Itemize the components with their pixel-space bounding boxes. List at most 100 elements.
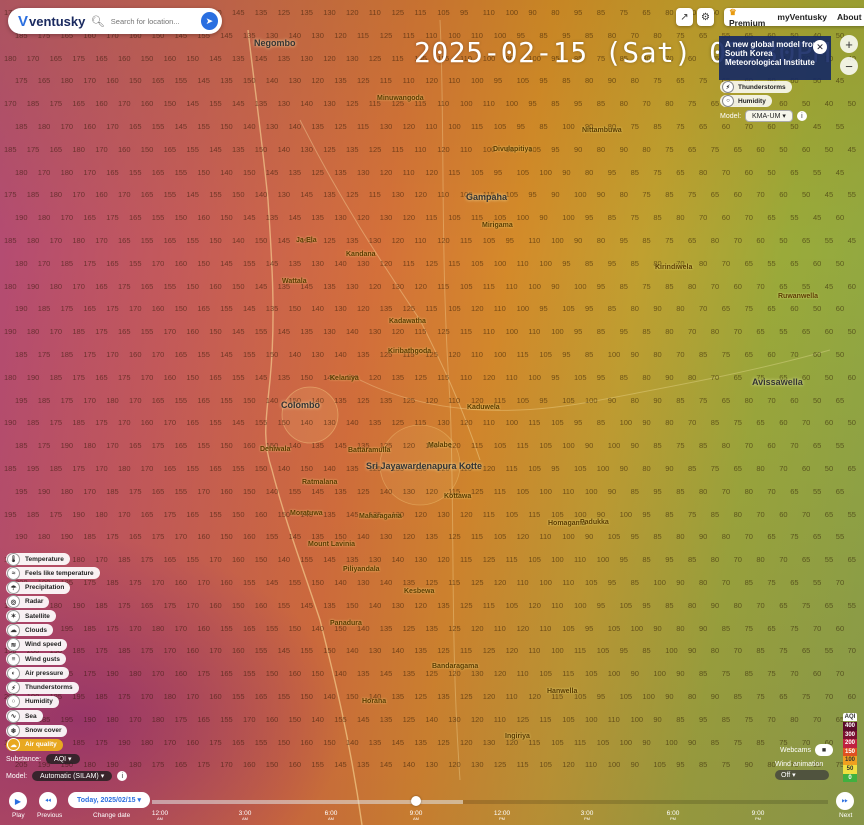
- layer-air-pressure[interactable]: ◐ Air pressure: [6, 666, 70, 680]
- timeline-tick[interactable]: 9:00 PM: [743, 810, 773, 821]
- city-label[interactable]: Kandana: [346, 251, 376, 258]
- city-label[interactable]: Padukka: [580, 519, 609, 526]
- myventusky-link[interactable]: myVentusky: [777, 12, 827, 22]
- city-label[interactable]: Panadura: [330, 620, 362, 627]
- next-button[interactable]: ⏩︎: [836, 792, 854, 810]
- timeline-tick[interactable]: 3:00 PM: [572, 810, 602, 821]
- layer-precipitation[interactable]: ☂ Precipitation: [6, 581, 71, 595]
- grid-value: 155: [254, 418, 268, 428]
- layer-sea[interactable]: ∿ Sea: [6, 709, 43, 723]
- city-label[interactable]: Kottawa: [444, 493, 471, 500]
- grid-value: 140: [323, 464, 336, 473]
- layer-thunderstorms[interactable]: ⚡︎ Thunderstorms: [6, 681, 79, 695]
- city-label[interactable]: Hanwella: [547, 688, 577, 695]
- layer-clouds[interactable]: ☁ Clouds: [6, 623, 54, 637]
- side-layer-humidity[interactable]: ○ Humidity: [720, 95, 772, 107]
- side-model-info-icon[interactable]: i: [796, 111, 807, 121]
- major-city-label[interactable]: Sri Jayawardenapura Kotte: [366, 461, 482, 471]
- bottom-model-select[interactable]: Automatic (SILAM) ▾: [32, 771, 113, 781]
- major-city-label[interactable]: Avissawella: [752, 377, 803, 387]
- city-label[interactable]: Ingiriya: [505, 733, 530, 740]
- timeline-tick[interactable]: 12:00 AM: [145, 810, 175, 821]
- major-city-label[interactable]: Negombo: [254, 38, 296, 48]
- city-label[interactable]: Kaduwela: [467, 404, 500, 411]
- settings-button[interactable]: ⚙: [696, 8, 714, 26]
- grid-value: 165: [49, 53, 63, 63]
- grid-value: 170: [106, 350, 119, 359]
- city-label[interactable]: Ruwanwella: [778, 293, 818, 300]
- grid-value: 150: [300, 464, 313, 473]
- play-button[interactable]: ▶: [9, 792, 27, 810]
- timeline-tick[interactable]: 9:00 AM: [401, 810, 431, 821]
- grid-value: 155: [220, 714, 233, 724]
- city-label[interactable]: Divulapitiya: [493, 146, 532, 153]
- city-label[interactable]: Kadawatha: [389, 318, 426, 325]
- timeline-tick[interactable]: 12:00 PM: [487, 810, 517, 821]
- search-input[interactable]: [108, 15, 201, 27]
- layer-feels-like-temperature[interactable]: ≈ Feels like temperature: [6, 566, 100, 580]
- side-layer-thunderstorms[interactable]: ⚡︎ Thunderstorms: [720, 81, 792, 93]
- ventusky-logo[interactable]: Vventusky: [8, 13, 91, 30]
- substance-row: Substance: AQI ▾: [6, 754, 80, 764]
- major-city-label[interactable]: Gampaha: [466, 192, 507, 202]
- city-label[interactable]: Moratuwa: [290, 510, 323, 517]
- city-label[interactable]: Minuwangoda: [377, 95, 424, 102]
- grid-value: 140: [300, 99, 313, 109]
- timeline-thumb[interactable]: [411, 796, 421, 806]
- timeline-tick[interactable]: 6:00 PM: [658, 810, 688, 821]
- grid-value: 75: [756, 692, 765, 701]
- city-label[interactable]: Kelaniya: [330, 375, 359, 382]
- city-label[interactable]: Bandaragama: [432, 663, 478, 670]
- city-label[interactable]: Mount Lavinia: [308, 541, 355, 548]
- layer-satellite[interactable]: ✶ Satellite: [6, 609, 56, 623]
- date-select[interactable]: Today, 2025/02/15 ▾: [68, 792, 150, 808]
- premium-link[interactable]: ♛ Premium: [729, 7, 767, 28]
- city-label[interactable]: Wattala: [282, 278, 307, 285]
- city-label[interactable]: Maharagama: [359, 513, 402, 520]
- city-label[interactable]: Kirindiwela: [655, 264, 692, 271]
- timeline-tick[interactable]: 3:00 AM: [230, 810, 260, 821]
- city-label[interactable]: Horana: [362, 698, 386, 705]
- timeline-tick[interactable]: 6:00 AM: [316, 810, 346, 821]
- news-close-button[interactable]: ✕: [813, 40, 827, 54]
- grid-value: 45: [824, 190, 834, 200]
- layer-radar[interactable]: ◎ Radar: [6, 595, 50, 609]
- city-label[interactable]: Dehiwala: [260, 446, 290, 453]
- city-label[interactable]: Nittambuwa: [582, 127, 622, 134]
- city-label[interactable]: Kesbewa: [404, 588, 434, 595]
- grid-value: 80: [642, 464, 651, 473]
- grid-value: 180: [49, 190, 63, 200]
- grid-value: 125: [277, 8, 291, 17]
- share-button[interactable]: ↗: [676, 8, 693, 26]
- zoom-out-button[interactable]: −: [840, 57, 858, 75]
- substance-select[interactable]: AQI ▾: [46, 754, 80, 764]
- grid-value: 90: [630, 669, 639, 679]
- city-label[interactable]: Ja-Ela: [296, 237, 317, 244]
- side-model-select[interactable]: KMA-UM ▾: [745, 110, 793, 122]
- layer-wind-gusts[interactable]: ≡ Wind gusts: [6, 652, 66, 666]
- wind-animation-select[interactable]: Off ▾: [775, 770, 829, 780]
- air-quality-icon: ☁: [7, 738, 20, 752]
- city-label[interactable]: Malabe: [428, 442, 452, 449]
- grid-value: 65: [733, 464, 742, 473]
- layer-temperature[interactable]: 🌡︎ Temperature: [6, 552, 70, 566]
- layer-humidity[interactable]: ○ Humidity: [6, 695, 59, 709]
- grid-value: 100: [607, 441, 621, 451]
- previous-button[interactable]: ⏪︎: [39, 792, 57, 810]
- city-label[interactable]: Kiribathgoda: [388, 348, 431, 355]
- layer-snow-cover[interactable]: ❄ Snow cover: [6, 724, 68, 738]
- timeline-track[interactable]: [152, 800, 828, 804]
- layer-air-quality[interactable]: ☁ Air quality: [6, 738, 63, 752]
- zoom-in-button[interactable]: +: [840, 35, 858, 53]
- city-label[interactable]: Mirigama: [482, 222, 513, 229]
- bottom-model-info-icon[interactable]: i: [117, 771, 128, 781]
- major-city-label[interactable]: Colombo: [281, 400, 320, 410]
- grid-value: 155: [209, 509, 222, 519]
- city-label[interactable]: Piliyandala: [343, 566, 380, 573]
- geolocate-button[interactable]: ➤: [200, 12, 218, 30]
- city-label[interactable]: Battaramulla: [348, 447, 390, 454]
- layer-wind-speed[interactable]: ≋ Wind speed: [6, 638, 68, 652]
- city-label[interactable]: Ratmalana: [302, 479, 337, 486]
- webcam-button[interactable]: ■: [815, 744, 833, 756]
- about-link[interactable]: About: [837, 12, 862, 22]
